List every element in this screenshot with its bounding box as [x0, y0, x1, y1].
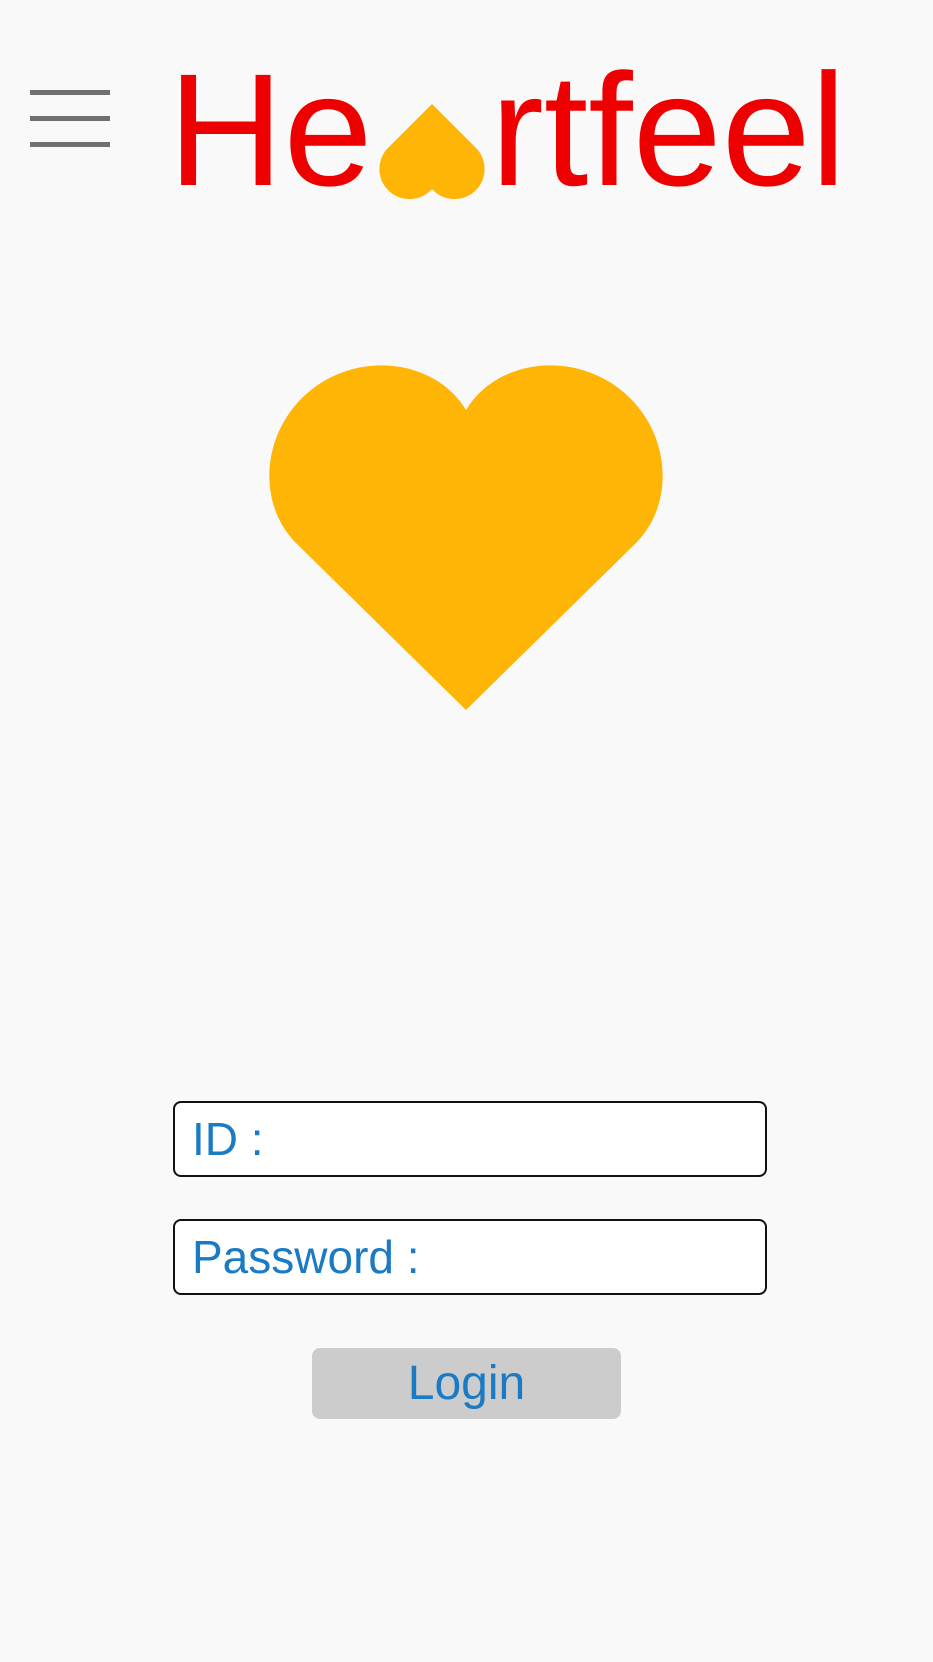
password-field[interactable]: Password : — [173, 1219, 933, 1295]
heart-icon — [266, 360, 666, 710]
id-label: ID : — [192, 1113, 277, 1165]
id-field[interactable]: ID : — [173, 1101, 808, 1177]
app-logo: He rtfeel — [168, 50, 846, 210]
logo-heart-icon — [377, 104, 487, 204]
hamburger-menu-icon-bar — [30, 142, 110, 147]
login-button[interactable]: Login — [312, 1348, 621, 1419]
logo-text-start: He — [168, 40, 373, 219]
hamburger-menu-icon — [30, 90, 110, 95]
password-input[interactable] — [432, 1227, 933, 1287]
id-input[interactable] — [276, 1109, 808, 1169]
menu-button[interactable] — [30, 90, 110, 150]
logo-text-end: rtfeel — [490, 40, 847, 219]
password-label: Password : — [192, 1231, 433, 1283]
hamburger-menu-icon-bar — [30, 116, 110, 121]
